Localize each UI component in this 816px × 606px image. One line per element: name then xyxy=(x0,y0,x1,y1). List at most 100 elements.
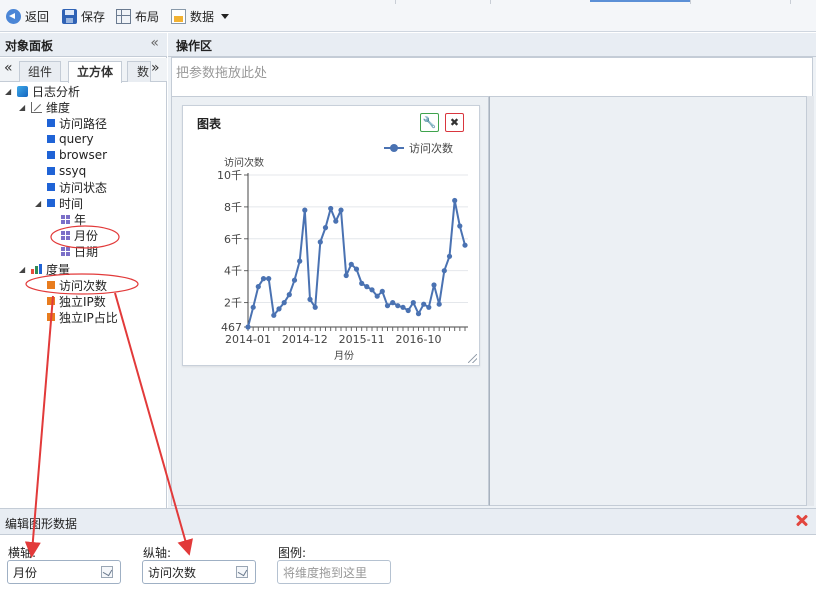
data-point[interactable] xyxy=(457,223,463,229)
data-point[interactable] xyxy=(343,272,349,279)
data-point[interactable] xyxy=(302,207,308,213)
active-tab-indicator xyxy=(590,0,690,2)
chart-card-title: 图表 xyxy=(197,117,222,131)
data-point[interactable] xyxy=(266,276,272,282)
data-point[interactable] xyxy=(359,280,365,286)
data-point[interactable] xyxy=(255,284,261,290)
tab-label: 组件 xyxy=(28,65,53,79)
data-point[interactable] xyxy=(421,301,427,307)
y-axis-field[interactable]: 访问次数 xyxy=(142,560,256,584)
data-point[interactable] xyxy=(415,311,422,317)
y-tick-label: 4千 xyxy=(224,265,242,278)
data-point[interactable] xyxy=(384,303,391,309)
expand-triangle-icon[interactable]: ◢ xyxy=(35,199,43,208)
tree-item-time-level[interactable]: 月份 xyxy=(61,227,98,243)
data-point[interactable] xyxy=(245,324,251,330)
chart-close-button[interactable]: ✖ xyxy=(445,113,464,132)
tree-item-dimension[interactable]: query xyxy=(47,131,94,147)
legend-field-placeholder: 将维度拖到这里 xyxy=(283,566,368,580)
data-point[interactable] xyxy=(317,239,323,245)
tree-item-dimension[interactable]: 访问状态 xyxy=(47,179,107,195)
toolbar-tick xyxy=(490,0,491,4)
data-point[interactable] xyxy=(364,284,370,290)
data-point[interactable] xyxy=(441,268,447,274)
layout-grid-icon xyxy=(116,8,131,24)
data-point[interactable] xyxy=(297,258,303,264)
field-edit-icon[interactable] xyxy=(101,566,113,578)
data-point[interactable] xyxy=(271,312,277,318)
tree-node-label: 独立IP数 xyxy=(59,294,106,309)
data-point[interactable] xyxy=(426,304,432,310)
data-point[interactable] xyxy=(446,253,453,259)
tab-components[interactable]: 组件 xyxy=(19,61,62,82)
field-edit-icon[interactable] xyxy=(236,566,248,578)
tab-data[interactable]: 数 xyxy=(127,61,151,82)
tree-item-dimension[interactable]: browser xyxy=(47,147,107,163)
layout-cell-right[interactable] xyxy=(489,96,807,506)
expand-triangle-icon[interactable]: ◢ xyxy=(19,265,27,274)
tree-item-dimension[interactable]: 访问路径 xyxy=(47,115,107,131)
panel-close-icon[interactable] xyxy=(794,513,810,529)
tree-node-root[interactable]: ◢ 日志分析 xyxy=(5,83,80,99)
data-point[interactable] xyxy=(369,287,375,293)
data-point[interactable] xyxy=(322,225,329,231)
tree-item-measure[interactable]: 独立IP占比 xyxy=(47,309,118,325)
object-panel-tabs: « 组件 立方体 数 » xyxy=(0,58,167,83)
data-point[interactable] xyxy=(431,282,437,288)
close-icon: ✖ xyxy=(449,116,460,129)
tree-item-time-level[interactable]: 日期 xyxy=(61,243,98,259)
data-dropdown-button[interactable]: 数据 xyxy=(171,7,230,25)
tree-item-measure[interactable]: 访问次数 xyxy=(47,277,107,293)
data-point[interactable] xyxy=(452,197,458,204)
data-point[interactable] xyxy=(338,207,344,213)
x-tick-label: 2014-01 xyxy=(225,333,271,346)
data-point[interactable] xyxy=(307,296,313,302)
work-area-title: 操作区 xyxy=(176,39,213,53)
data-point[interactable] xyxy=(436,301,442,307)
y-axis-field-label: 纵轴: xyxy=(143,546,172,560)
data-point[interactable] xyxy=(286,292,292,298)
tab-scroll-right-icon[interactable]: » xyxy=(151,60,160,76)
data-point[interactable] xyxy=(462,242,468,248)
expand-triangle-icon[interactable]: ◢ xyxy=(5,87,13,96)
x-axis-field[interactable]: 月份 xyxy=(7,560,121,584)
save-button[interactable]: 保存 xyxy=(62,7,105,25)
data-point[interactable] xyxy=(291,277,298,283)
chart-card[interactable]: 467 2千 4千 6千 8千 10千 2014-01 2014-12 2015-11 2016-… xyxy=(182,105,480,366)
tree-node-time[interactable]: ◢ 时间 xyxy=(35,195,83,211)
data-point[interactable] xyxy=(328,205,334,212)
tree-item-time-level[interactable]: 年 xyxy=(61,211,86,227)
data-point[interactable] xyxy=(395,303,401,309)
legend-label: 访问次数 xyxy=(409,141,453,155)
layout-button[interactable]: 布局 xyxy=(116,7,159,25)
data-point[interactable] xyxy=(353,266,360,272)
data-point[interactable] xyxy=(405,307,411,314)
data-point[interactable] xyxy=(281,300,287,306)
data-point[interactable] xyxy=(276,306,282,312)
tab-scroll-left-icon[interactable]: « xyxy=(4,60,13,76)
data-point[interactable] xyxy=(374,293,380,299)
data-point[interactable] xyxy=(379,288,385,294)
vertical-scrollbar[interactable] xyxy=(806,96,814,506)
data-point[interactable] xyxy=(348,261,354,267)
tree-node-dimensions[interactable]: ◢ 维度 xyxy=(19,99,70,115)
expand-triangle-icon[interactable]: ◢ xyxy=(19,103,27,112)
tree-node-measures[interactable]: ◢ 度量 xyxy=(19,261,70,277)
parameter-drop-zone[interactable]: 把参数拖放此处 xyxy=(171,57,813,97)
data-point[interactable] xyxy=(390,300,396,306)
tree-item-measure[interactable]: 独立IP数 xyxy=(47,293,106,309)
tree-item-dimension[interactable]: ssyq xyxy=(47,163,86,179)
dimension-square-icon xyxy=(47,135,55,143)
back-button[interactable]: 返回 xyxy=(6,7,49,25)
data-point[interactable] xyxy=(410,300,416,306)
data-point[interactable] xyxy=(312,304,318,310)
chart-settings-button[interactable]: 🔧 xyxy=(420,113,439,132)
resize-grip-icon[interactable] xyxy=(468,354,477,363)
double-chevron-left-icon[interactable]: « xyxy=(150,35,159,51)
tab-cube[interactable]: 立方体 xyxy=(68,61,123,83)
data-point[interactable] xyxy=(250,304,256,310)
data-point[interactable] xyxy=(333,218,339,224)
data-point[interactable] xyxy=(260,276,267,282)
legend-field[interactable]: 将维度拖到这里 xyxy=(277,560,391,584)
data-point[interactable] xyxy=(400,304,406,310)
